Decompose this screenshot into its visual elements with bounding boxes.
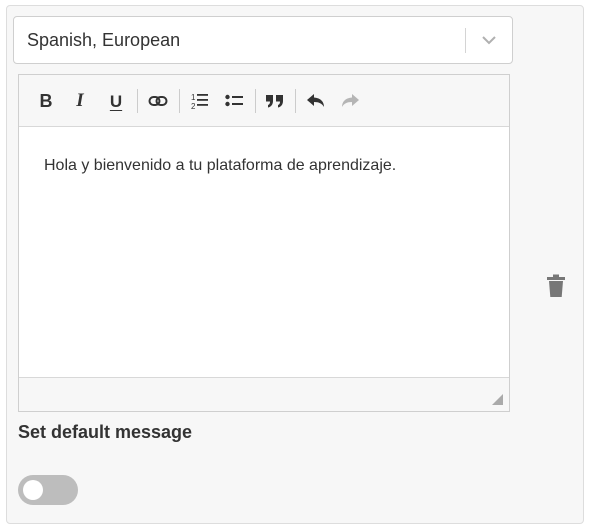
chevron-down-icon[interactable] xyxy=(480,33,498,47)
editor-statusbar xyxy=(19,377,509,411)
default-message-toggle[interactable] xyxy=(18,475,78,505)
trash-icon[interactable] xyxy=(546,274,566,298)
editor-content[interactable]: Hola y bienvenido a tu plataforma de apr… xyxy=(19,127,509,377)
toolbar-divider xyxy=(255,89,256,113)
link-button[interactable] xyxy=(145,88,171,114)
toolbar-divider xyxy=(295,89,296,113)
svg-text:1: 1 xyxy=(191,93,196,102)
undo-button[interactable] xyxy=(303,88,329,114)
bold-icon: B xyxy=(39,91,53,111)
language-select[interactable]: Spanish, European xyxy=(13,16,513,64)
blockquote-button[interactable] xyxy=(262,88,288,114)
ordered-list-button[interactable]: 1 2 xyxy=(187,88,213,114)
italic-button[interactable]: I xyxy=(67,88,93,114)
bold-button[interactable]: B xyxy=(33,88,59,114)
ordered-list-icon: 1 2 xyxy=(191,93,208,110)
editor-text: Hola y bienvenido a tu plataforma de apr… xyxy=(44,157,397,174)
toolbar-divider xyxy=(137,89,138,113)
toolbar-divider xyxy=(179,89,180,113)
editor-toolbar: B I U 1 2 xyxy=(19,75,509,127)
undo-icon xyxy=(307,94,324,107)
resize-handle-icon[interactable] xyxy=(492,394,503,405)
italic-icon: I xyxy=(76,90,84,111)
rich-text-editor: B I U 1 2 Hola y bienvenido a tu platafo… xyxy=(18,74,510,412)
underline-icon: U xyxy=(109,91,123,111)
language-select-value: Spanish, European xyxy=(27,30,181,50)
link-icon xyxy=(148,96,168,106)
bullet-list-icon xyxy=(225,94,243,107)
default-message-label: Set default message xyxy=(18,422,193,442)
redo-icon xyxy=(342,94,359,107)
svg-text:2: 2 xyxy=(191,102,196,110)
underline-button[interactable]: U xyxy=(103,88,129,114)
redo-button[interactable] xyxy=(337,88,363,114)
select-divider xyxy=(465,28,466,53)
toggle-knob xyxy=(23,480,43,500)
blockquote-icon xyxy=(266,95,283,108)
bullet-list-button[interactable] xyxy=(221,88,247,114)
